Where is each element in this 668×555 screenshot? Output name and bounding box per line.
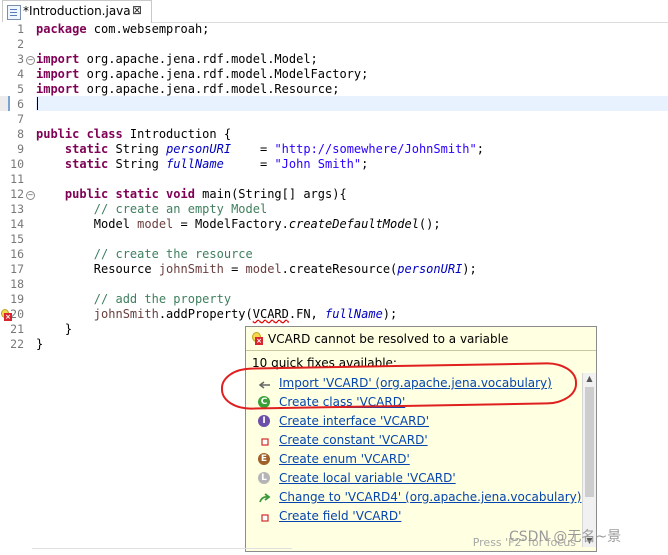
scroll-up-icon[interactable]: ▲ [583,373,596,385]
java-file-icon [7,5,21,20]
line-number: 17 [10,262,24,276]
line-number: 2 [17,37,24,51]
text-cursor [37,97,38,110]
line-number: 9 [17,142,24,156]
code-line-22: } [36,337,44,351]
divider [32,548,292,549]
code-line-16: // create the resource [93,247,253,261]
line-number: 15 [10,232,24,246]
watermark: CSDN @无名~景 [509,529,622,545]
line-number: 5 [17,82,24,96]
quick-fix-item[interactable]: Create constant 'VCARD' [258,432,578,451]
quick-fix-label[interactable]: Import 'VCARD' (org.apache.jena.vocabula… [279,376,552,390]
quick-fix-item[interactable]: Create field 'VCARD' [258,508,578,527]
popup-header: × VCARD cannot be resolved to a variable [246,327,596,350]
code-line-21: } [64,322,73,336]
line-number: 6 [17,97,24,111]
field-square-icon [258,510,272,524]
quick-fix-item[interactable]: I Create interface 'VCARD' [258,413,578,432]
line-number: 4 [17,67,24,81]
tab-title: *Introduction.java [23,4,131,18]
current-line-highlight [36,96,668,111]
line-number: 16 [10,247,24,261]
code-line-1: package com.websemproah; [36,22,210,36]
line-number: 1 [17,22,24,36]
error-x-icon: × [4,313,12,321]
quick-fix-label[interactable]: Create local variable 'VCARD' [279,471,456,485]
quick-fix-item[interactable]: L Create local variable 'VCARD' [258,470,578,489]
interface-i-icon: I [258,415,272,429]
quick-fix-label[interactable]: Create field 'VCARD' [279,509,401,523]
quick-fix-label[interactable]: Create interface 'VCARD' [279,414,429,428]
import-arrow-icon [258,377,272,391]
code-line-20: johnSmith.addProperty(VCARD.FN, fullName… [93,307,398,321]
code-line-12: public static void main(String[] args){ [64,187,347,201]
quick-fix-item[interactable]: Import 'VCARD' (org.apache.jena.vocabula… [258,375,578,394]
error-quickfix-icon: × [252,332,263,345]
code-line-8: public class Introduction { [36,127,232,141]
close-icon[interactable]: ⊠ [132,3,142,17]
line-number: 19 [10,292,24,306]
tab-introduction-java[interactable]: *Introduction.java ⊠ [2,0,152,23]
quick-fix-label[interactable]: Change to 'VCARD4' (org.apache.jena.voca… [279,490,581,504]
change-arrow-icon [258,491,272,505]
fold-toggle-icon[interactable]: − [26,56,35,65]
error-message: VCARD cannot be resolved to a variable [268,332,509,346]
editor-tab-bar: *Introduction.java ⊠ [0,0,668,23]
code-line-10: static String fullName = "John Smith"; [64,157,369,171]
quick-fix-popup: × VCARD cannot be resolved to a variable… [245,326,597,552]
code-line-9: static String personURI = "http://somewh… [64,142,484,156]
local-variable-icon: L [258,472,272,486]
line-number: 13 [10,202,24,216]
code-line-17: Resource johnSmith = model.createResourc… [93,262,477,276]
code-line-4: import org.apache.jena.rdf.model.ModelFa… [36,67,369,81]
code-line-19: // add the property [93,292,232,306]
popup-scrollbar[interactable]: ▲ ▼ [582,373,596,547]
line-number: 22 [10,337,24,351]
unresolved-vcard: VCARD [252,307,289,321]
quick-fix-count: 10 quick fixes available: [252,356,397,370]
line-number: 3 [17,52,24,66]
class-c-icon: C [258,396,272,410]
scroll-thumb[interactable] [585,387,594,497]
quick-fix-item[interactable]: E Create enum 'VCARD' [258,451,578,470]
quick-fix-item[interactable]: Change to 'VCARD4' (org.apache.jena.voca… [258,489,581,508]
code-line-13: // create an empty Model [93,202,268,216]
divider [246,350,596,351]
quick-fix-label[interactable]: Create class 'VCARD' [279,395,405,409]
line-number: 14 [10,217,24,231]
line-number: 18 [10,277,24,291]
quick-fix-item[interactable]: C Create class 'VCARD' [258,394,578,413]
line-number: 8 [17,127,24,141]
constant-square-icon [258,434,272,448]
code-line-3: import org.apache.jena.rdf.model.Model; [36,52,318,66]
quick-fix-label[interactable]: Create enum 'VCARD' [279,452,410,466]
line-number: 10 [10,157,24,171]
error-x-icon: × [255,337,263,345]
line-number: 7 [17,112,24,126]
code-line-5: import org.apache.jena.rdf.model.Resourc… [36,82,340,96]
fold-toggle-icon[interactable]: − [26,191,35,200]
quick-fix-label[interactable]: Create constant 'VCARD' [279,433,428,447]
line-number: 21 [10,322,24,336]
line-number: 11 [10,172,24,186]
code-line-14: Model model = ModelFactory.createDefault… [93,217,441,231]
line-number: 12 [10,187,24,201]
error-quickfix-icon[interactable]: × [1,309,12,321]
enum-e-icon: E [258,453,272,467]
